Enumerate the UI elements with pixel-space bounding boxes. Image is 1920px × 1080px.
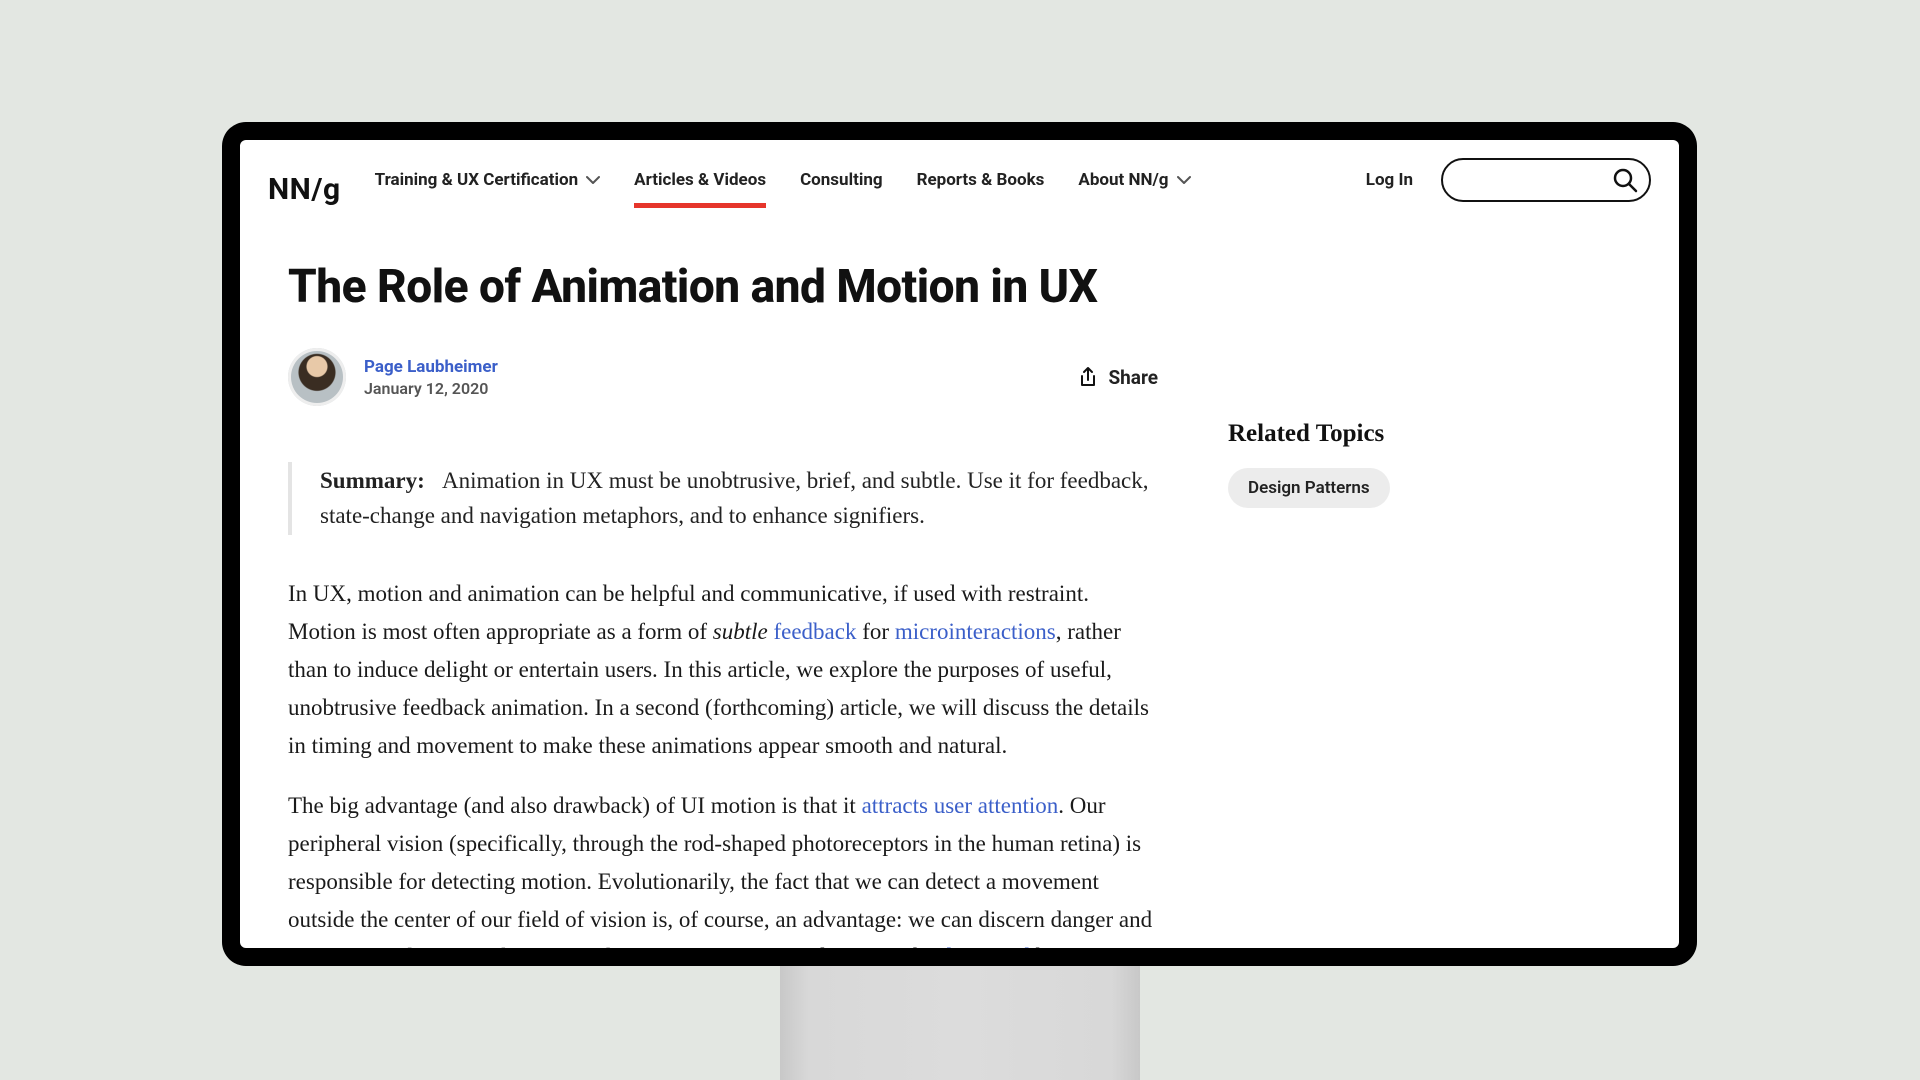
nav-label: Consulting: [800, 170, 883, 190]
search-icon[interactable]: [1611, 166, 1639, 194]
body-text: for: [856, 619, 894, 644]
summary-label: Summary:: [320, 468, 425, 493]
monitor-frame: NN/g Training & UX Certification Article…: [222, 122, 1697, 966]
byline-text: Page Laubheimer January 12, 2020: [364, 357, 498, 398]
body-text: The big advantage (and also drawback) of…: [288, 793, 862, 818]
article-body: In UX, motion and animation can be helpf…: [288, 575, 1158, 948]
share-icon: [1078, 366, 1098, 388]
topic-chip-design-patterns[interactable]: Design Patterns: [1228, 468, 1390, 508]
summary-text: Animation in UX must be unobtrusive, bri…: [320, 468, 1148, 528]
paragraph: The big advantage (and also drawback) of…: [288, 787, 1158, 948]
body-emphasis: subtle: [713, 619, 768, 644]
content-area: The Role of Animation and Motion in UX P…: [240, 220, 1679, 948]
primary-nav: Training & UX Certification Articles & V…: [375, 170, 1191, 208]
byline-row: Page Laubheimer January 12, 2020 Share: [288, 348, 1158, 406]
nav-articles[interactable]: Articles & Videos: [634, 170, 766, 208]
chevron-down-icon: [1177, 175, 1191, 185]
publish-date: January 12, 2020: [364, 379, 498, 398]
nav-about[interactable]: About NN/g: [1078, 170, 1190, 208]
header-right: Log In: [1366, 158, 1651, 220]
related-topics-heading: Related Topics: [1228, 420, 1390, 448]
paragraph: In UX, motion and animation can be helpf…: [288, 575, 1158, 765]
nav-training[interactable]: Training & UX Certification: [375, 170, 601, 208]
nav-label: About NN/g: [1078, 170, 1168, 190]
nav-label: Reports & Books: [917, 170, 1045, 190]
sidebar: Related Topics Design Patterns: [1228, 260, 1390, 948]
nav-consulting[interactable]: Consulting: [800, 170, 883, 208]
nav-label: Articles & Videos: [634, 170, 766, 190]
chevron-down-icon: [586, 175, 600, 185]
author-link[interactable]: Page Laubheimer: [364, 357, 498, 377]
link-attracts-attention[interactable]: attracts user attention: [862, 793, 1059, 818]
search-input[interactable]: [1380, 171, 1611, 189]
screen: NN/g Training & UX Certification Article…: [240, 140, 1679, 948]
link-feedback[interactable]: feedback: [773, 619, 856, 644]
article-summary: Summary: Animation in UX must be unobtru…: [288, 462, 1158, 535]
search-box[interactable]: [1441, 158, 1651, 202]
link-microinteractions[interactable]: microinteractions: [895, 619, 1056, 644]
nav-label: Training & UX Certification: [375, 170, 579, 190]
article-title: The Role of Animation and Motion in UX: [288, 260, 1158, 314]
site-logo[interactable]: NN/g: [268, 172, 341, 207]
nav-reports[interactable]: Reports & Books: [917, 170, 1045, 208]
link-distracted[interactable]: distracted: [941, 944, 1030, 948]
article-main: The Role of Animation and Motion in UX P…: [288, 260, 1158, 948]
share-label: Share: [1108, 366, 1158, 389]
monitor-stand: [780, 966, 1140, 1080]
share-button[interactable]: Share: [1078, 366, 1158, 389]
top-bar: NN/g Training & UX Certification Article…: [240, 140, 1679, 220]
author-avatar[interactable]: [288, 348, 346, 406]
